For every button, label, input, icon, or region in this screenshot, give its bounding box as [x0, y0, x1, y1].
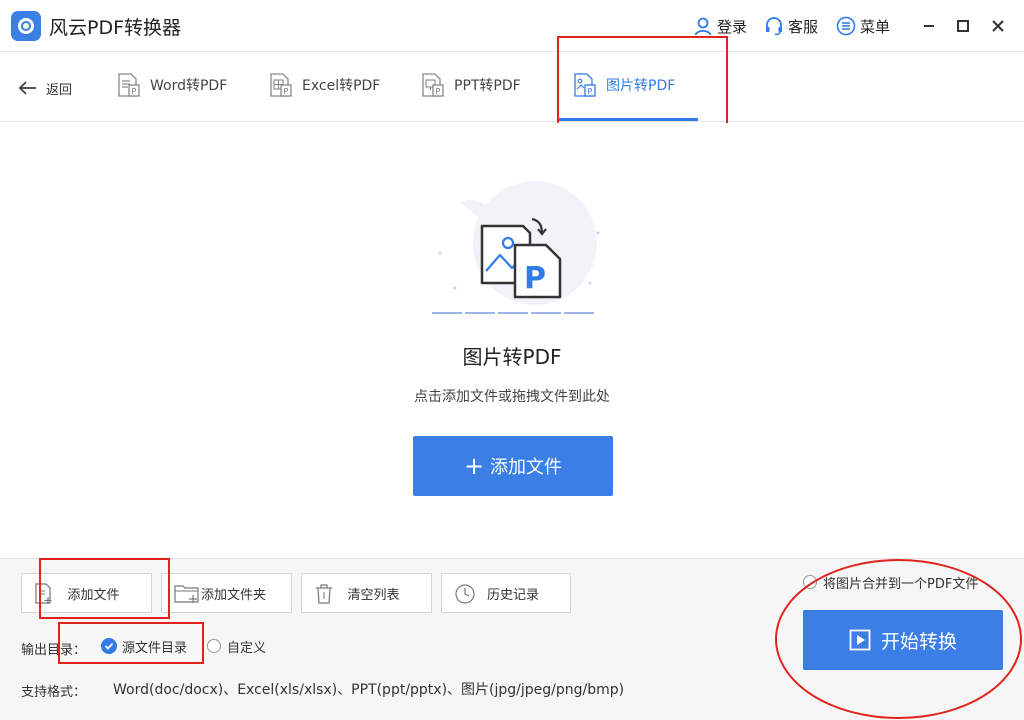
merge-images-option[interactable]: 将图片合并到一个PDF文件	[803, 573, 979, 592]
output-source-label: 源文件目录	[122, 640, 188, 656]
image-to-pdf-illustration-icon: P	[432, 181, 600, 314]
add-file-button[interactable]: 添加文件	[21, 573, 152, 613]
merge-radio[interactable]	[803, 575, 817, 589]
service-label: 客服	[788, 17, 819, 36]
history-label: 历史记录	[486, 587, 539, 603]
output-custom-option[interactable]: 自定义	[207, 637, 267, 656]
tab-excel-to-pdf[interactable]: P Excel转PDF	[268, 72, 380, 98]
drop-area-hint: 点击添加文件或拖拽文件到此处	[414, 389, 610, 405]
svg-text:P: P	[524, 261, 546, 296]
menu-label: 菜单	[860, 17, 891, 36]
arrow-left-icon	[18, 81, 36, 95]
supported-formats-value: Word(doc/docx)、Excel(xls/xlsx)、PPT(ppt/p…	[113, 682, 625, 698]
drop-area-title: 图片转PDF	[462, 345, 562, 369]
output-dir-label: 输出目录：	[21, 643, 87, 658]
svg-text:P: P	[284, 87, 289, 96]
tab-ppt-to-pdf[interactable]: P PPT转PDF	[420, 72, 521, 98]
custom-radio[interactable]	[207, 639, 221, 653]
svg-text:P: P	[132, 87, 137, 96]
checked-radio-icon[interactable]	[101, 638, 117, 654]
back-label: 返回	[46, 82, 73, 98]
excel-doc-icon: P	[270, 73, 292, 97]
output-source-option[interactable]: 源文件目录	[101, 637, 188, 656]
add-file-button-main[interactable]: + 添加文件	[413, 436, 613, 496]
merge-label: 将图片合并到一个PDF文件	[823, 576, 979, 592]
tab-word-label: Word转PDF	[150, 78, 228, 94]
svg-text:P: P	[588, 87, 593, 96]
start-convert-button[interactable]: 开始转换	[803, 610, 1003, 670]
word-doc-icon: P	[118, 73, 140, 97]
minimize-button[interactable]	[917, 14, 941, 38]
login-button[interactable]: 登录	[693, 14, 747, 38]
menu-icon	[836, 16, 856, 36]
clear-list-button[interactable]: 清空列表	[301, 573, 432, 613]
conversion-tabs-bar: 返回 P Word转PDF P Excel转PDF P PPT转PDF P 图片…	[0, 52, 1024, 122]
minimize-icon	[924, 25, 934, 27]
plus-icon: +	[463, 452, 485, 480]
output-custom-label: 自定义	[227, 640, 267, 656]
tab-image-to-pdf[interactable]: P 图片转PDF	[572, 72, 675, 98]
tab-ppt-label: PPT转PDF	[454, 78, 521, 94]
add-folder-button[interactable]: 添加文件夹	[161, 573, 292, 613]
close-icon	[992, 20, 1004, 32]
ppt-doc-icon: P	[422, 73, 444, 97]
history-button[interactable]: 历史记录	[441, 573, 571, 613]
close-button[interactable]	[986, 14, 1010, 38]
play-icon	[849, 629, 871, 651]
tab-excel-label: Excel转PDF	[302, 78, 381, 94]
back-button[interactable]: 返回	[18, 76, 72, 100]
maximize-button[interactable]	[951, 14, 975, 38]
maximize-icon	[957, 20, 969, 32]
headset-icon	[766, 17, 782, 36]
svg-text:P: P	[436, 87, 441, 96]
title-bar: 风云PDF转换器 登录 客服 菜单	[0, 0, 1024, 52]
service-button[interactable]: 客服	[764, 14, 818, 38]
clear-list-label: 清空列表	[347, 587, 400, 603]
app-logo-icon	[11, 11, 41, 41]
menu-button[interactable]: 菜单	[836, 14, 890, 38]
start-convert-label: 开始转换	[880, 630, 957, 653]
add-file-label: 添加文件	[67, 587, 120, 603]
login-label: 登录	[717, 17, 748, 36]
bottom-panel: 添加文件 添加文件夹 清空列表 历史记录 将图片合并到一个PDF文件 输出目录：	[0, 558, 1024, 720]
tab-word-to-pdf[interactable]: P Word转PDF	[116, 72, 227, 98]
supported-formats-label: 支持格式：	[21, 685, 87, 700]
add-file-main-label: 添加文件	[490, 457, 563, 478]
image-doc-icon: P	[574, 73, 596, 97]
user-icon	[694, 17, 712, 36]
add-folder-label: 添加文件夹	[200, 587, 266, 603]
app-title: 风云PDF转换器	[49, 17, 182, 39]
tab-image-label: 图片转PDF	[606, 78, 676, 94]
active-tab-indicator	[558, 118, 698, 121]
file-drop-area[interactable]: P 图片转PDF 点击添加文件或拖拽文件到此处 + 添加文件	[0, 123, 1024, 558]
